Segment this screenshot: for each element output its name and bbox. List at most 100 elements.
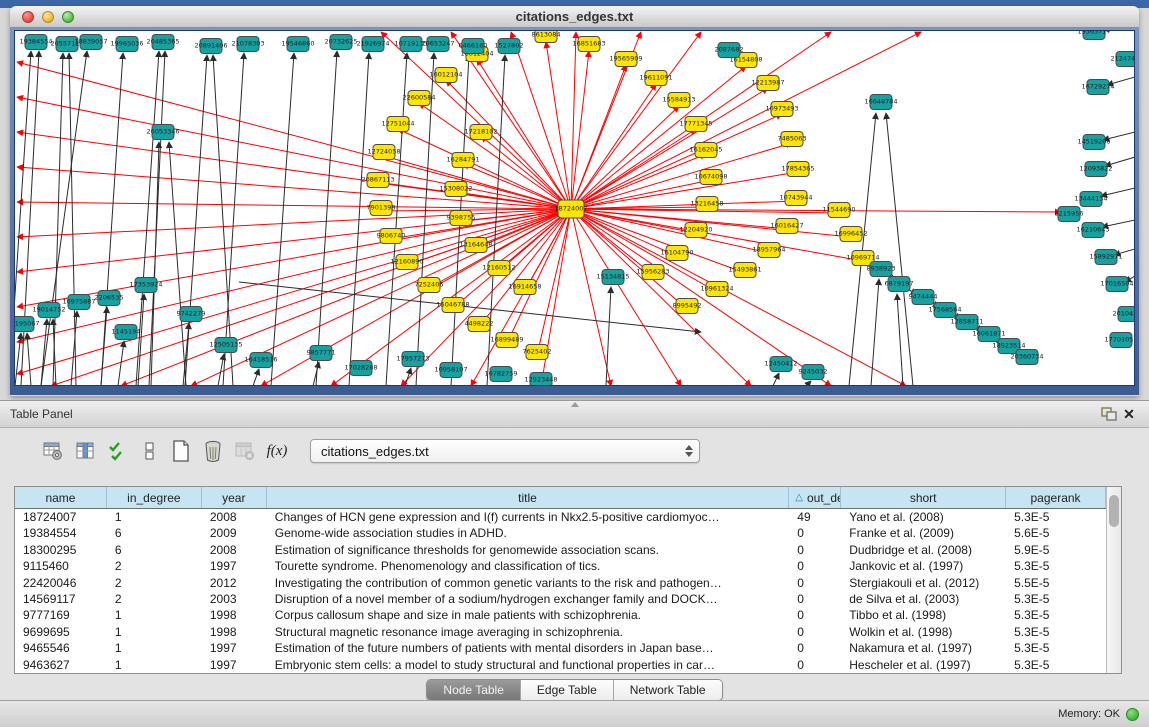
close-window-icon[interactable] [22,11,34,23]
column-header-short[interactable]: short [841,487,1006,508]
table-cell: 1997 [202,657,267,673]
graph-edge[interactable] [15,333,21,385]
window-title: citations_edges.txt [10,9,1139,24]
panel-resize-handle[interactable] [567,401,581,408]
table-cell: 6 [107,542,202,558]
table-row[interactable]: 977716911998Corpus callosum shape and si… [15,607,1106,623]
titlebar[interactable]: citations_edges.txt [10,6,1139,28]
table-row[interactable]: 1456911722003Disruption of a novel membe… [15,591,1106,607]
graph-edge[interactable] [571,172,798,209]
graph-edge[interactable] [546,42,571,209]
graph-edge[interactable] [223,53,244,385]
graph-edge[interactable] [507,209,571,343]
table-cell: 5.3E-5 [1006,591,1106,607]
column-header-year[interactable]: year [202,487,267,508]
table-toolbar: f(x) citations_edges.txt [0,428,1149,472]
table-cell: 1998 [202,607,267,623]
graph-edge[interactable] [419,103,571,209]
table-mode-icon[interactable] [40,438,66,464]
delete-column-icon[interactable] [200,438,226,464]
graph-node-label: 6466160 [459,42,488,50]
graph-node-label: 15892971 [1089,253,1122,261]
function-builder-icon[interactable]: f(x) [264,438,290,464]
graph-edge[interactable] [17,97,571,209]
graph-node-label: 18724007 [554,205,587,213]
table-panel-title: Table Panel [10,407,73,421]
graph-edge[interactable] [571,209,611,385]
table-row[interactable]: 1872400712008Changes of HCN gene express… [15,509,1106,525]
table-row[interactable]: 2242004622012Investigating the contribut… [15,575,1106,591]
graph-node-label: 11544690 [822,206,855,214]
graph-edge[interactable] [101,307,107,385]
graph-edge[interactable] [571,66,746,209]
close-panel-icon[interactable]: ✕ [1119,405,1139,423]
table-row[interactable]: 969969511998Structural magnetic resonanc… [15,624,1106,640]
column-select-icon[interactable] [72,438,98,464]
graph-edge[interactable] [886,113,913,385]
zoom-window-icon[interactable] [62,11,74,23]
graph-edge[interactable] [41,51,87,385]
table-row[interactable]: 946554611997Estimation of the future num… [15,640,1106,656]
graph-edge[interactable] [386,53,407,385]
table-chooser-value: citations_edges.txt [321,444,685,459]
graph-edge[interactable] [53,53,63,385]
graph-node-label: 19565717 [1077,31,1110,36]
float-panel-icon[interactable] [1099,405,1119,423]
graph-edge[interactable] [897,294,903,385]
table-chooser-dropdown[interactable]: citations_edges.txt [310,439,700,463]
table-row[interactable]: 911546021997Tourette syndrome. Phenomeno… [15,558,1106,574]
table-row[interactable]: 1938455462009Genome-wide association stu… [15,525,1106,541]
column-header-name[interactable]: name [15,487,107,508]
table-cell: Tibbo et al. (1998) [841,607,1006,623]
graph-edge[interactable] [21,51,39,385]
table-cell: 18724007 [15,509,107,525]
graph-node-label: 2087682 [715,46,744,54]
scrollbar-thumb[interactable] [1109,495,1119,527]
table-panel-header: Table Panel ✕ [0,401,1149,428]
network-canvas[interactable]: 1872400718812404160121042260058412751044… [15,31,1134,385]
column-header-title[interactable]: title [267,487,790,508]
column-header-out_de[interactable]: △out_de… [789,487,841,508]
graph-node-label: 16648784 [864,98,897,106]
graph-edge[interactable] [169,142,186,385]
column-header-in_degree[interactable]: in_degree [107,487,202,508]
graph-edge[interactable] [849,113,876,385]
tab-edge-table[interactable]: Edge Table [521,680,614,700]
graph-node-label: 10969714 [846,254,879,262]
delete-table-icon[interactable] [232,438,258,464]
graph-edge[interactable] [27,333,31,385]
graph-edge[interactable] [806,381,811,385]
graph-edge[interactable] [773,373,779,385]
new-column-icon[interactable] [168,438,194,464]
table-row[interactable]: 946362711997Embryonic stem cells: a mode… [15,657,1106,673]
select-all-checks-icon[interactable] [104,438,130,464]
table-cell: Disruption of a novel member of a sodium… [267,591,790,607]
graph-edge[interactable] [571,32,576,209]
graph-edge[interactable] [571,209,745,273]
graph-edge[interactable] [511,32,571,209]
graph-edge[interactable] [271,53,294,385]
graph-node-label: 13444134 [1074,195,1107,203]
graph-edge[interactable] [606,287,611,385]
minimize-window-icon[interactable] [42,11,54,23]
table-cell: 0 [789,607,841,623]
table-row[interactable]: 1830029562008Estimation of significance … [15,542,1106,558]
graph-edge[interactable] [571,209,863,261]
graph-edge[interactable] [316,51,337,385]
table-vertical-scrollbar[interactable] [1106,487,1121,673]
column-header-pagerank[interactable]: pagerank [1006,487,1106,508]
graph-node-label: 16012104 [429,71,462,79]
graph-edge[interactable] [213,55,233,385]
graph-edge[interactable] [15,51,31,385]
tab-network-table[interactable]: Network Table [614,680,722,700]
graph-edge[interactable] [151,142,159,385]
graph-edge[interactable] [121,209,571,385]
graph-edge[interactable] [407,209,571,265]
unselect-rows-icon[interactable] [136,438,162,464]
graph-node-label: 18839057 [74,38,107,46]
graph-node-label: 9245032 [799,368,828,376]
tab-node-table[interactable]: Node Table [427,680,521,700]
graph-edge[interactable] [571,209,681,385]
graph-edge[interactable] [253,369,259,385]
graph-node-label: 12160512 [482,264,515,272]
